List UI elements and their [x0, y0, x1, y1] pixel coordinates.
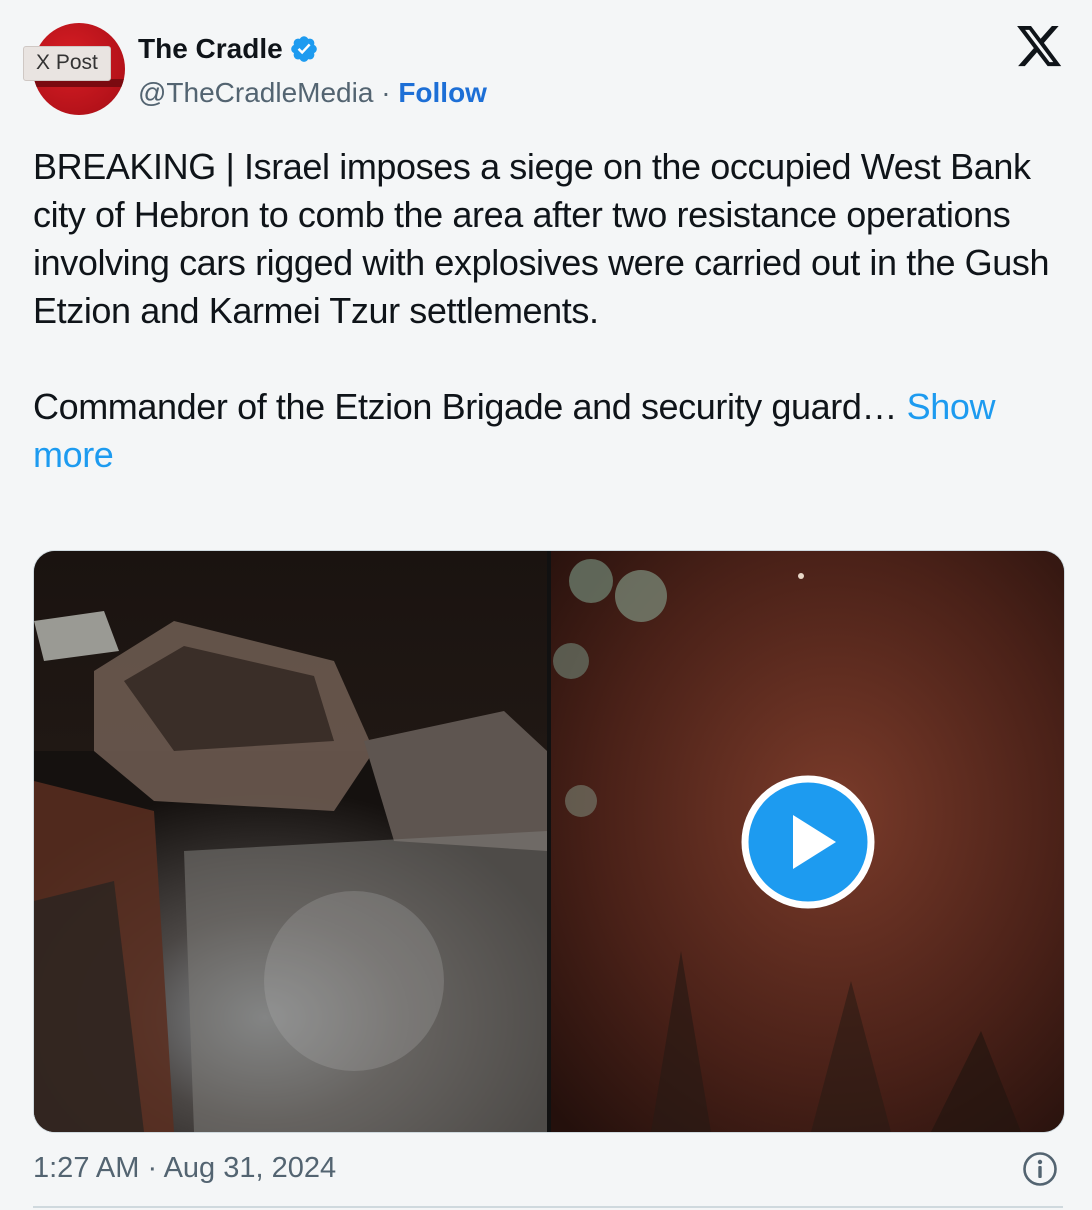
post-timestamp[interactable]: 1:27 AM · Aug 31, 2024	[33, 1150, 336, 1186]
follow-button[interactable]: Follow	[398, 77, 487, 108]
author-handle[interactable]: @TheCradleMedia	[138, 77, 373, 108]
media-grid	[33, 550, 1065, 1133]
author-name-row[interactable]: The Cradle	[138, 32, 319, 66]
post-paragraph-2: Commander of the Etzion Brigade and secu…	[33, 383, 1063, 479]
verified-badge-icon	[290, 36, 317, 62]
post-text: BREAKING | Israel imposes a siege on the…	[33, 143, 1063, 479]
x-post-tag: X Post	[23, 46, 111, 81]
play-video-icon[interactable]	[741, 775, 875, 909]
handle-separator: ·	[381, 77, 391, 108]
bottom-divider	[33, 1206, 1063, 1208]
info-icon[interactable]	[1022, 1151, 1058, 1187]
post-paragraph-1: BREAKING | Israel imposes a siege on the…	[33, 146, 1050, 331]
media-photo-burned-car[interactable]	[34, 551, 547, 1132]
post-paragraph-2-text: Commander of the Etzion Brigade and secu…	[33, 386, 898, 427]
tweet-card: X Post The Cradle @TheCradleMedia · Foll…	[0, 0, 1092, 1210]
x-logo-icon[interactable]	[1016, 26, 1064, 68]
author-name[interactable]: The Cradle	[138, 32, 283, 66]
handle-row: @TheCradleMedia · Follow	[138, 76, 487, 110]
